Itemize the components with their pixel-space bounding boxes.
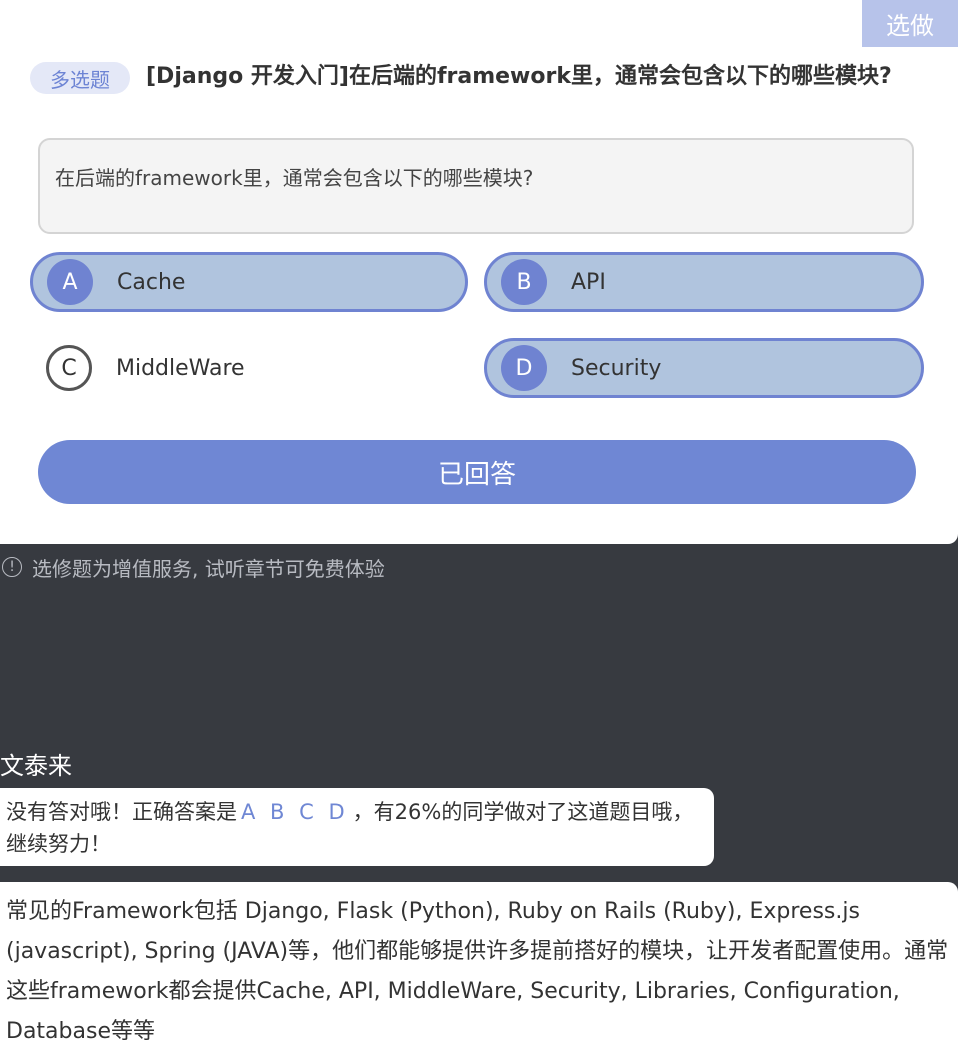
option-a-label: Cache (117, 269, 186, 295)
notice-text: 选修题为增值服务, 试听章节可免费体验 (32, 556, 385, 581)
correct-answer: A B C D (241, 800, 349, 824)
optional-button[interactable]: 选做 (862, 0, 958, 47)
author-name: 文泰来 (0, 752, 72, 780)
result-prefix: 没有答对哦！正确答案是 (6, 800, 237, 824)
option-c-label: MiddleWare (116, 355, 245, 381)
explanation-text: 常见的Framework包括 Django, Flask (Python), R… (6, 899, 949, 1044)
answered-button[interactable]: 已回答 (38, 440, 916, 504)
result-message: 没有答对哦！正确答案是 A B C D ，有26%的同学做对了这道题目哦，继续努力！ (0, 788, 714, 866)
option-b[interactable]: B API (484, 252, 924, 312)
notice-bar: ! 选修题为增值服务, 试听章节可免费体验 (2, 554, 385, 581)
question-title: [Django 开发入门]在后端的framework里，通常会包含以下的哪些模块… (146, 64, 892, 89)
info-icon: ! (2, 557, 22, 577)
option-d-label: Security (571, 355, 662, 381)
question-body: 在后端的framework里，通常会包含以下的哪些模块? (38, 138, 914, 234)
option-d-letter: D (501, 345, 547, 391)
option-d[interactable]: D Security (484, 338, 924, 398)
option-a-letter: A (47, 259, 93, 305)
option-c[interactable]: C MiddleWare (30, 338, 468, 398)
option-b-letter: B (501, 259, 547, 305)
explanation-message: 常见的Framework包括 Django, Flask (Python), R… (0, 882, 958, 1054)
option-b-label: API (571, 269, 606, 295)
question-card: 选做 多选题 [Django 开发入门]在后端的framework里，通常会包含… (0, 0, 958, 544)
option-c-letter: C (46, 345, 92, 391)
option-a[interactable]: A Cache (30, 252, 468, 312)
question-type-tag: 多选题 (30, 62, 130, 94)
